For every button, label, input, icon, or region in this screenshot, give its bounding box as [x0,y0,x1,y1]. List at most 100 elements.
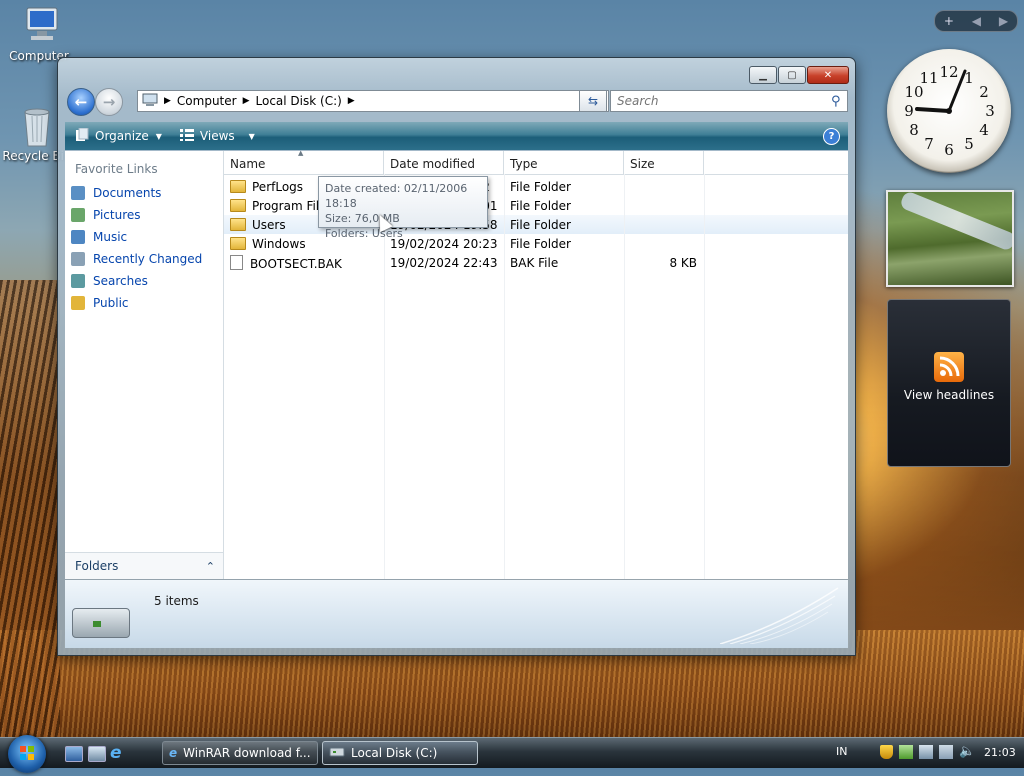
address-bar[interactable]: ▶ Computer ▶ Local Disk (C:) ▶ ▼ [137,90,609,112]
column-header-type[interactable]: Type [504,151,624,174]
folder-icon [230,236,246,250]
breadcrumb-local-disk[interactable]: Local Disk (C:) [256,94,342,108]
switch-windows-icon[interactable] [88,746,106,762]
clock-number-5: 5 [964,135,974,153]
refresh-icon: ⇆ [587,94,599,108]
item-count: 5 items [154,594,199,608]
favorite-link-recently-changed[interactable]: Recently Changed [71,248,223,270]
internet-explorer-icon: e [169,746,178,760]
cell-type: File Folder [510,236,571,251]
windows-logo-icon [20,746,34,760]
breadcrumb-separator-icon[interactable]: ▶ [348,96,355,106]
cell-type: File Folder [510,179,571,194]
favorite-link-documents[interactable]: Documents [71,182,223,204]
clock-hour-hand [915,107,951,113]
device-icon[interactable] [919,745,933,759]
taskbar: e e WinRAR download f... Local Disk (C:)… [0,735,1024,773]
monitor-icon[interactable] [939,745,953,759]
previous-button[interactable]: ◀ [972,14,981,28]
pictures-icon [71,208,85,222]
rss-icon [934,352,964,382]
favorite-link-searches[interactable]: Searches [71,270,223,292]
view-headlines-label[interactable]: View headlines [888,388,1010,402]
minimize-button[interactable]: ▁ [749,66,777,84]
feeds-gadget[interactable]: View headlines [887,299,1011,467]
favorite-link-pictures[interactable]: Pictures [71,204,223,226]
cell-size: 8 KB [669,255,697,270]
forward-arrow-icon: → [102,93,116,111]
back-button[interactable]: ← [67,88,95,116]
tooltip-folders: Folders: Users [325,227,403,240]
language-indicator[interactable]: IN [836,745,847,758]
column-divider [704,174,705,579]
column-header-size[interactable]: Size [624,151,704,174]
add-gadget-button[interactable]: + [944,14,954,28]
chevron-down-icon[interactable]: ▼ [249,132,255,141]
taskbar-item-local-disk[interactable]: Local Disk (C:) [322,741,478,765]
clock-number-3: 3 [985,102,995,120]
cell-date-modified: 19/02/2024 22:43 [390,255,498,270]
folder-icon [230,217,246,231]
cell-type: File Folder [510,198,571,213]
favorite-links-heading: Favorite Links [75,162,158,176]
search-box[interactable]: ⚲ [610,90,848,112]
start-button[interactable] [8,735,46,773]
clock-number-2: 2 [979,83,989,101]
clock-gadget[interactable]: 12 1 2 3 4 5 6 7 8 9 10 11 [887,49,1011,173]
documents-icon [71,186,85,200]
forward-button[interactable]: → [95,88,123,116]
explorer-window[interactable]: ▁ ▢ ✕ ← → ▶ Computer ▶ Local Disk (C:) ▶… [57,57,856,656]
maximize-button[interactable]: ▢ [778,66,806,84]
column-divider [504,174,505,579]
security-shield-icon[interactable] [880,745,893,759]
folders-label: Folders [75,559,119,573]
table-row[interactable]: Windows 19/02/2024 20:23 File Folder [224,234,848,253]
taskbar-item-winrar[interactable]: e WinRAR download f... [162,741,318,765]
back-arrow-icon: ← [74,93,88,111]
close-button[interactable]: ✕ [807,66,849,84]
favorite-link-music[interactable]: Music [71,226,223,248]
recycle-bin-icon [15,106,59,147]
organize-icon [75,127,89,145]
help-icon[interactable]: ? [823,128,840,145]
internet-explorer-icon[interactable]: e [110,743,122,763]
volume-muted-icon[interactable]: 🔈 [959,745,975,759]
music-icon [71,230,85,244]
show-desktop-icon[interactable] [65,746,83,762]
search-icon[interactable]: ⚲ [831,94,841,109]
breadcrumb-separator-icon[interactable]: ▶ [243,96,250,106]
address-row: ← → ▶ Computer ▶ Local Disk (C:) ▶ ▼ ⇆ ⚲ [65,87,848,116]
public-folder-icon [71,296,85,310]
search-input[interactable] [615,93,829,109]
chevron-up-icon: ⌃ [205,559,215,573]
organize-button[interactable]: Organize ▼ [75,127,162,145]
caption-buttons: ▁ ▢ ✕ [748,66,849,84]
folder-icon [230,198,246,212]
cell-type: BAK File [510,255,559,270]
table-row[interactable]: BOOTSECT.BAK 19/02/2024 22:43 BAK File 8 KB [224,253,848,272]
clock-number-6: 6 [944,141,954,159]
drive-small-icon [329,746,345,761]
breadcrumb-separator-icon[interactable]: ▶ [164,96,171,106]
recently-changed-icon [71,252,85,266]
views-icon [179,128,194,144]
folders-toggle[interactable]: Folders ⌃ [65,552,223,579]
refresh-button[interactable]: ⇆ [579,90,607,112]
breadcrumb-computer[interactable]: Computer [177,94,237,108]
cell-name: BOOTSECT.BAK [224,254,384,271]
clock-number-12: 12 [939,63,958,81]
clock-number-8: 8 [909,121,919,139]
desktop-icon-computer[interactable]: Computer [4,6,74,63]
taskbar-clock[interactable]: 21:03 [984,746,1016,759]
file-icon [230,254,243,270]
column-header-name[interactable]: Name ▲ [224,149,384,174]
column-header-date[interactable]: Date modified [384,151,504,174]
slideshow-gadget[interactable] [886,190,1014,287]
views-button[interactable]: Views ▼ [179,128,255,144]
decorative-swoosh [720,587,839,644]
network-icon[interactable] [899,745,913,759]
sidebar-controls: + ◀ ▶ [934,10,1018,32]
favorite-link-public[interactable]: Public [71,292,223,314]
clock-number-9: 9 [904,102,914,120]
next-button[interactable]: ▶ [999,14,1008,28]
